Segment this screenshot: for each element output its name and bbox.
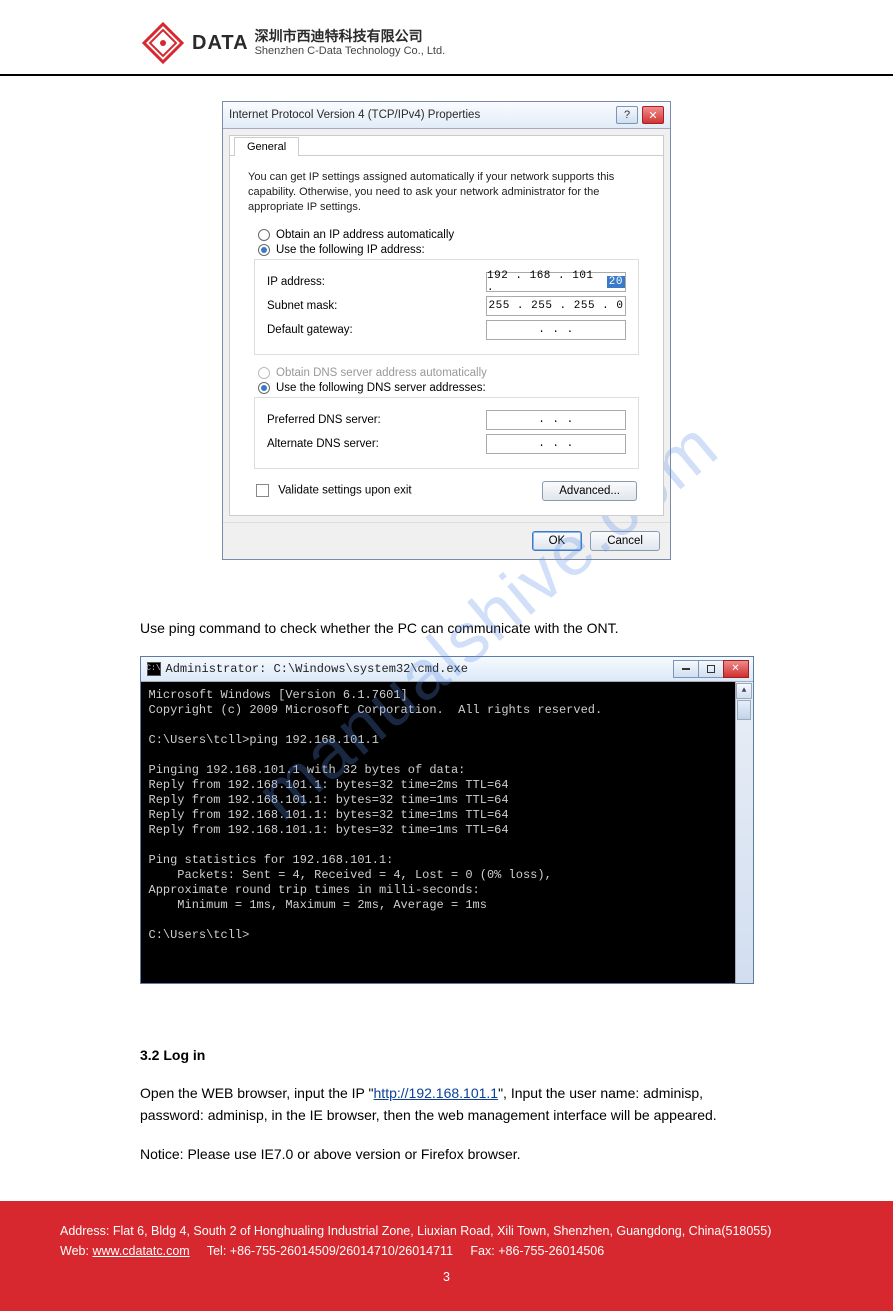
login-paragraph: Open the WEB browser, input the IP "http… <box>140 1082 753 1127</box>
ip-address-value-prefix: 192 . 168 . 101 . <box>487 270 607 294</box>
footer-address-label: Address: <box>60 1224 109 1238</box>
scroll-up-icon[interactable]: ▲ <box>736 683 752 699</box>
cmd-minimize-button[interactable] <box>673 660 699 678</box>
validate-settings-label: Validate settings upon exit <box>278 485 411 497</box>
radio-use-dns[interactable] <box>258 382 270 394</box>
dialog-description: You can get IP settings assigned automat… <box>248 170 645 215</box>
validate-settings-checkbox[interactable] <box>256 484 269 497</box>
cmd-output: Microsoft Windows [Version 6.1.7601] Cop… <box>141 682 735 983</box>
cancel-button[interactable]: Cancel <box>590 531 660 551</box>
validate-settings-row: Validate settings upon exit <box>256 484 412 497</box>
dialog-help-button[interactable]: ? <box>616 106 638 124</box>
doc-header: DATA 深圳市西迪特科技有限公司 Shenzhen C-Data Techno… <box>0 20 893 76</box>
company-logo: DATA 深圳市西迪特科技有限公司 Shenzhen C-Data Techno… <box>140 20 445 66</box>
radio-use-dns-label: Use the following DNS server addresses: <box>276 382 486 394</box>
ip-address-label: IP address: <box>267 276 325 288</box>
logo-diamond-icon <box>140 20 186 66</box>
default-gateway-input[interactable]: . . . <box>486 320 626 340</box>
logo-text: DATA <box>192 32 249 55</box>
default-gateway-label: Default gateway: <box>267 324 353 336</box>
preferred-dns-input[interactable]: . . . <box>486 410 626 430</box>
cmd-scrollbar[interactable]: ▲ <box>735 682 753 983</box>
radio-use-ip-label: Use the following IP address: <box>276 244 425 256</box>
radio-obtain-ip-auto[interactable] <box>258 229 270 241</box>
footer-address: Flat 6, Bldg 4, South 2 of Honghualing I… <box>113 1224 772 1238</box>
ont-ip-link[interactable]: http://192.168.101.1 <box>374 1085 499 1101</box>
cmd-maximize-button[interactable] <box>698 660 724 678</box>
footer-tel: +86-755-26014509/26014710/26014711 <box>230 1244 453 1258</box>
ipv4-properties-dialog: Internet Protocol Version 4 (TCP/IPv4) P… <box>222 101 671 560</box>
ip-address-input[interactable]: 192 . 168 . 101 . 20 <box>486 272 626 292</box>
section-heading: 3.2 Log in <box>140 1047 205 1063</box>
advanced-button[interactable]: Advanced... <box>542 481 637 501</box>
ip-address-value-selected: 20 <box>607 276 625 288</box>
footer-fax: +86-755-26014506 <box>498 1244 604 1258</box>
footer-web-label: Web: <box>60 1244 89 1258</box>
company-name-cn: 深圳市西迪特科技有限公司 <box>255 28 446 45</box>
footer-website[interactable]: www.cdatatc.com <box>92 1244 189 1258</box>
cmd-icon: C:\ <box>147 662 161 676</box>
ok-button[interactable]: OK <box>532 531 583 551</box>
alternate-dns-label: Alternate DNS server: <box>267 438 379 450</box>
scroll-thumb[interactable] <box>737 700 751 720</box>
browser-notice: Notice: Please use IE7.0 or above versio… <box>140 1143 753 1165</box>
login-para-prefix: Open the WEB browser, input the IP " <box>140 1085 374 1101</box>
dialog-close-button[interactable]: ✕ <box>642 106 664 124</box>
page-number: 3 <box>60 1267 833 1287</box>
page-footer: Address: Flat 6, Bldg 4, South 2 of Hong… <box>0 1201 893 1311</box>
section-body: 3.2 Log in Open the WEB browser, input t… <box>0 1044 893 1166</box>
radio-use-ip[interactable] <box>258 244 270 256</box>
ping-instruction-text: Use ping command to check whether the PC… <box>0 620 893 636</box>
tab-general[interactable]: General <box>234 137 299 156</box>
footer-tel-label: Tel: <box>207 1244 226 1258</box>
dialog-titlebar: Internet Protocol Version 4 (TCP/IPv4) P… <box>223 102 670 129</box>
radio-obtain-dns-auto-label: Obtain DNS server address automatically <box>276 367 487 379</box>
radio-obtain-ip-auto-label: Obtain an IP address automatically <box>276 229 454 241</box>
cmd-window: C:\ Administrator: C:\Windows\system32\c… <box>140 656 754 984</box>
cmd-title: Administrator: C:\Windows\system32\cmd.e… <box>166 662 468 676</box>
dialog-title: Internet Protocol Version 4 (TCP/IPv4) P… <box>229 109 480 121</box>
subnet-mask-label: Subnet mask: <box>267 300 337 312</box>
alternate-dns-input[interactable]: . . . <box>486 434 626 454</box>
preferred-dns-label: Preferred DNS server: <box>267 414 381 426</box>
cmd-titlebar: C:\ Administrator: C:\Windows\system32\c… <box>141 657 753 682</box>
footer-fax-label: Fax: <box>470 1244 494 1258</box>
subnet-mask-input[interactable]: 255 . 255 . 255 . 0 <box>486 296 626 316</box>
company-name-en: Shenzhen C-Data Technology Co., Ltd. <box>255 45 446 58</box>
radio-obtain-dns-auto <box>258 367 270 379</box>
cmd-close-button[interactable]: ✕ <box>723 660 749 678</box>
